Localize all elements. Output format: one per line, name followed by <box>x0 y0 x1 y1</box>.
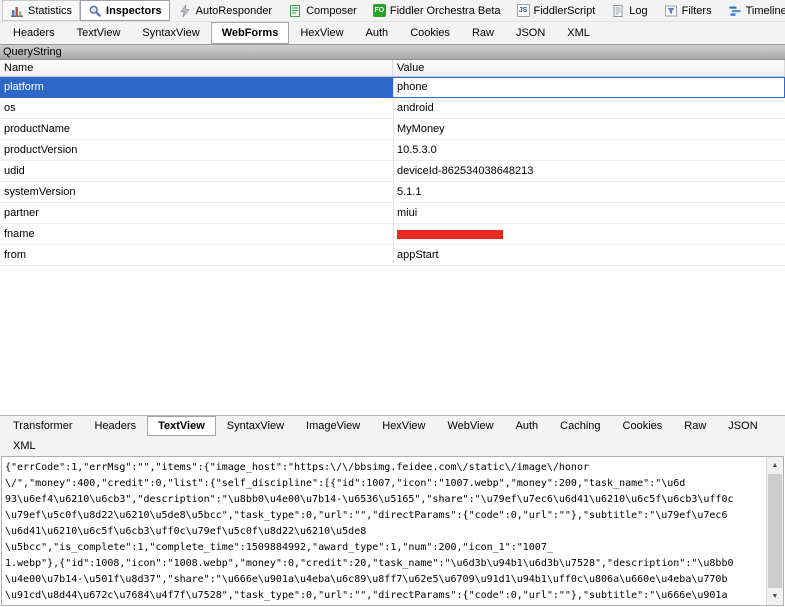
tab-json-response[interactable]: JSON <box>717 416 768 436</box>
scroll-up-button[interactable]: ▲ <box>767 456 783 474</box>
param-name: udid <box>4 165 25 177</box>
orchestra-icon: FO <box>372 4 386 17</box>
tab-hexview[interactable]: HexView <box>289 22 354 44</box>
column-header-name[interactable]: Name <box>0 60 393 76</box>
tab-headers-response[interactable]: Headers <box>84 416 148 436</box>
response-body[interactable]: {"errCode":1,"errMsg":"","items":{"image… <box>2 457 766 606</box>
tab-syntaxview[interactable]: SyntaxView <box>131 22 210 44</box>
param-name: systemVersion <box>4 186 76 198</box>
param-name: platform <box>0 77 393 97</box>
tab-label: Statistics <box>28 4 73 17</box>
grid-row-fname[interactable]: fname <box>0 224 785 245</box>
grid-row-udid[interactable]: udid deviceId-862534038648213 <box>0 161 785 182</box>
tab-label: Timeline <box>745 4 785 17</box>
tab-label: AutoResponder <box>195 4 273 17</box>
autoresponder-icon <box>179 4 190 17</box>
composer-icon <box>290 4 301 17</box>
param-name: productName <box>4 123 71 135</box>
timeline-icon <box>729 6 741 16</box>
grid-row-partner[interactable]: partner miui <box>0 203 785 224</box>
tab-transformer[interactable]: Transformer <box>2 416 84 436</box>
response-tabs-row2: XML <box>0 436 785 456</box>
querystring-title: QueryString <box>3 46 62 58</box>
tab-json[interactable]: JSON <box>505 22 556 44</box>
tab-log[interactable]: Log <box>603 0 655 21</box>
filters-icon <box>664 5 677 16</box>
grid-row-systemversion[interactable]: systemVersion 5.1.1 <box>0 182 785 203</box>
param-name: os <box>4 102 16 114</box>
param-value: 5.1.1 <box>397 186 422 198</box>
tab-label: Composer <box>306 4 357 17</box>
param-name: fname <box>4 228 35 240</box>
tab-label: Filters <box>681 4 712 17</box>
tab-webforms[interactable]: WebForms <box>210 22 290 44</box>
tab-label: Fiddler Orchestra Beta <box>389 4 501 17</box>
tab-textview[interactable]: TextView <box>66 22 132 44</box>
tab-webview[interactable]: WebView <box>436 416 504 436</box>
tab-cookies-response[interactable]: Cookies <box>612 416 674 436</box>
tab-headers[interactable]: Headers <box>2 22 66 44</box>
tab-auth[interactable]: Auth <box>355 22 400 44</box>
param-value: 10.5.3.0 <box>397 144 437 156</box>
tab-label: FiddlerScript <box>533 4 596 17</box>
tab-auth-response[interactable]: Auth <box>505 416 550 436</box>
request-inspector-tabs: Headers TextView SyntaxView WebForms Hex… <box>0 22 785 44</box>
main-tab-bar: Statistics Inspectors AutoResponder Comp… <box>0 0 785 22</box>
tab-hexview-response[interactable]: HexView <box>371 416 436 436</box>
inspectors-icon <box>89 5 102 17</box>
param-value <box>393 224 785 244</box>
param-value: android <box>397 102 434 114</box>
param-value: deviceId-862534038648213 <box>397 165 534 177</box>
tab-statistics[interactable]: Statistics <box>2 0 81 21</box>
param-value: MyMoney <box>397 123 445 135</box>
scroll-down-button[interactable]: ▼ <box>767 588 783 605</box>
tab-cookies[interactable]: Cookies <box>399 22 461 44</box>
param-value: miui <box>397 207 418 219</box>
scrollbar-thumb[interactable] <box>768 473 782 606</box>
tab-inspectors[interactable]: Inspectors <box>80 0 170 21</box>
querystring-grid: platform phone os android productName My… <box>0 77 785 415</box>
tab-label: Log <box>629 4 648 17</box>
param-name: partner <box>4 207 39 219</box>
param-name: from <box>4 249 26 261</box>
response-textview[interactable]: {"errCode":1,"errMsg":"","items":{"image… <box>1 455 784 606</box>
tab-xml[interactable]: XML <box>556 22 601 44</box>
down-arrow-icon: ▼ <box>771 593 779 600</box>
tab-fiddlerscript[interactable]: JS FiddlerScript <box>509 0 604 21</box>
param-value: phone <box>397 81 428 93</box>
grid-header: Name Value <box>0 60 785 77</box>
tab-raw-response[interactable]: Raw <box>673 416 717 436</box>
param-value: appStart <box>397 249 439 261</box>
grid-row-platform[interactable]: platform phone <box>0 77 785 98</box>
fiddler-window: Statistics Inspectors AutoResponder Comp… <box>0 0 785 607</box>
tab-raw[interactable]: Raw <box>461 22 505 44</box>
param-name: productVersion <box>4 144 78 156</box>
statistics-icon <box>11 6 23 17</box>
response-tabs-row1: Transformer Headers TextView SyntaxView … <box>0 415 785 436</box>
response-inspector-tabs: Transformer Headers TextView SyntaxView … <box>0 414 785 456</box>
tab-caching[interactable]: Caching <box>549 416 611 436</box>
up-arrow-icon: ▲ <box>771 461 779 469</box>
tab-imageview[interactable]: ImageView <box>295 416 371 436</box>
querystring-section-header: QueryString <box>0 44 785 60</box>
tab-xml-response[interactable]: XML <box>2 436 47 456</box>
tab-composer[interactable]: Composer <box>280 0 365 21</box>
log-icon <box>613 4 623 17</box>
grid-row-from[interactable]: from appStart <box>0 245 785 266</box>
redacted-value-bar <box>397 229 503 239</box>
grid-row-productversion[interactable]: productVersion 10.5.3.0 <box>0 140 785 161</box>
tab-textview-response[interactable]: TextView <box>147 415 216 436</box>
tab-filters[interactable]: Filters <box>656 0 720 21</box>
vertical-scrollbar[interactable]: ▲ ▼ <box>766 456 783 606</box>
tab-autoresponder[interactable]: AutoResponder <box>170 0 280 21</box>
tab-fiddler-orchestra-beta[interactable]: FO Fiddler Orchestra Beta <box>365 0 509 21</box>
grid-row-productname[interactable]: productName MyMoney <box>0 119 785 140</box>
column-header-value[interactable]: Value <box>393 60 785 76</box>
fiddlerscript-icon: JS <box>516 4 530 17</box>
tab-syntaxview-response[interactable]: SyntaxView <box>216 416 295 436</box>
tab-label: Inspectors <box>106 4 162 17</box>
tab-timeline[interactable]: Timeline <box>720 0 785 21</box>
grid-row-os[interactable]: os android <box>0 98 785 119</box>
